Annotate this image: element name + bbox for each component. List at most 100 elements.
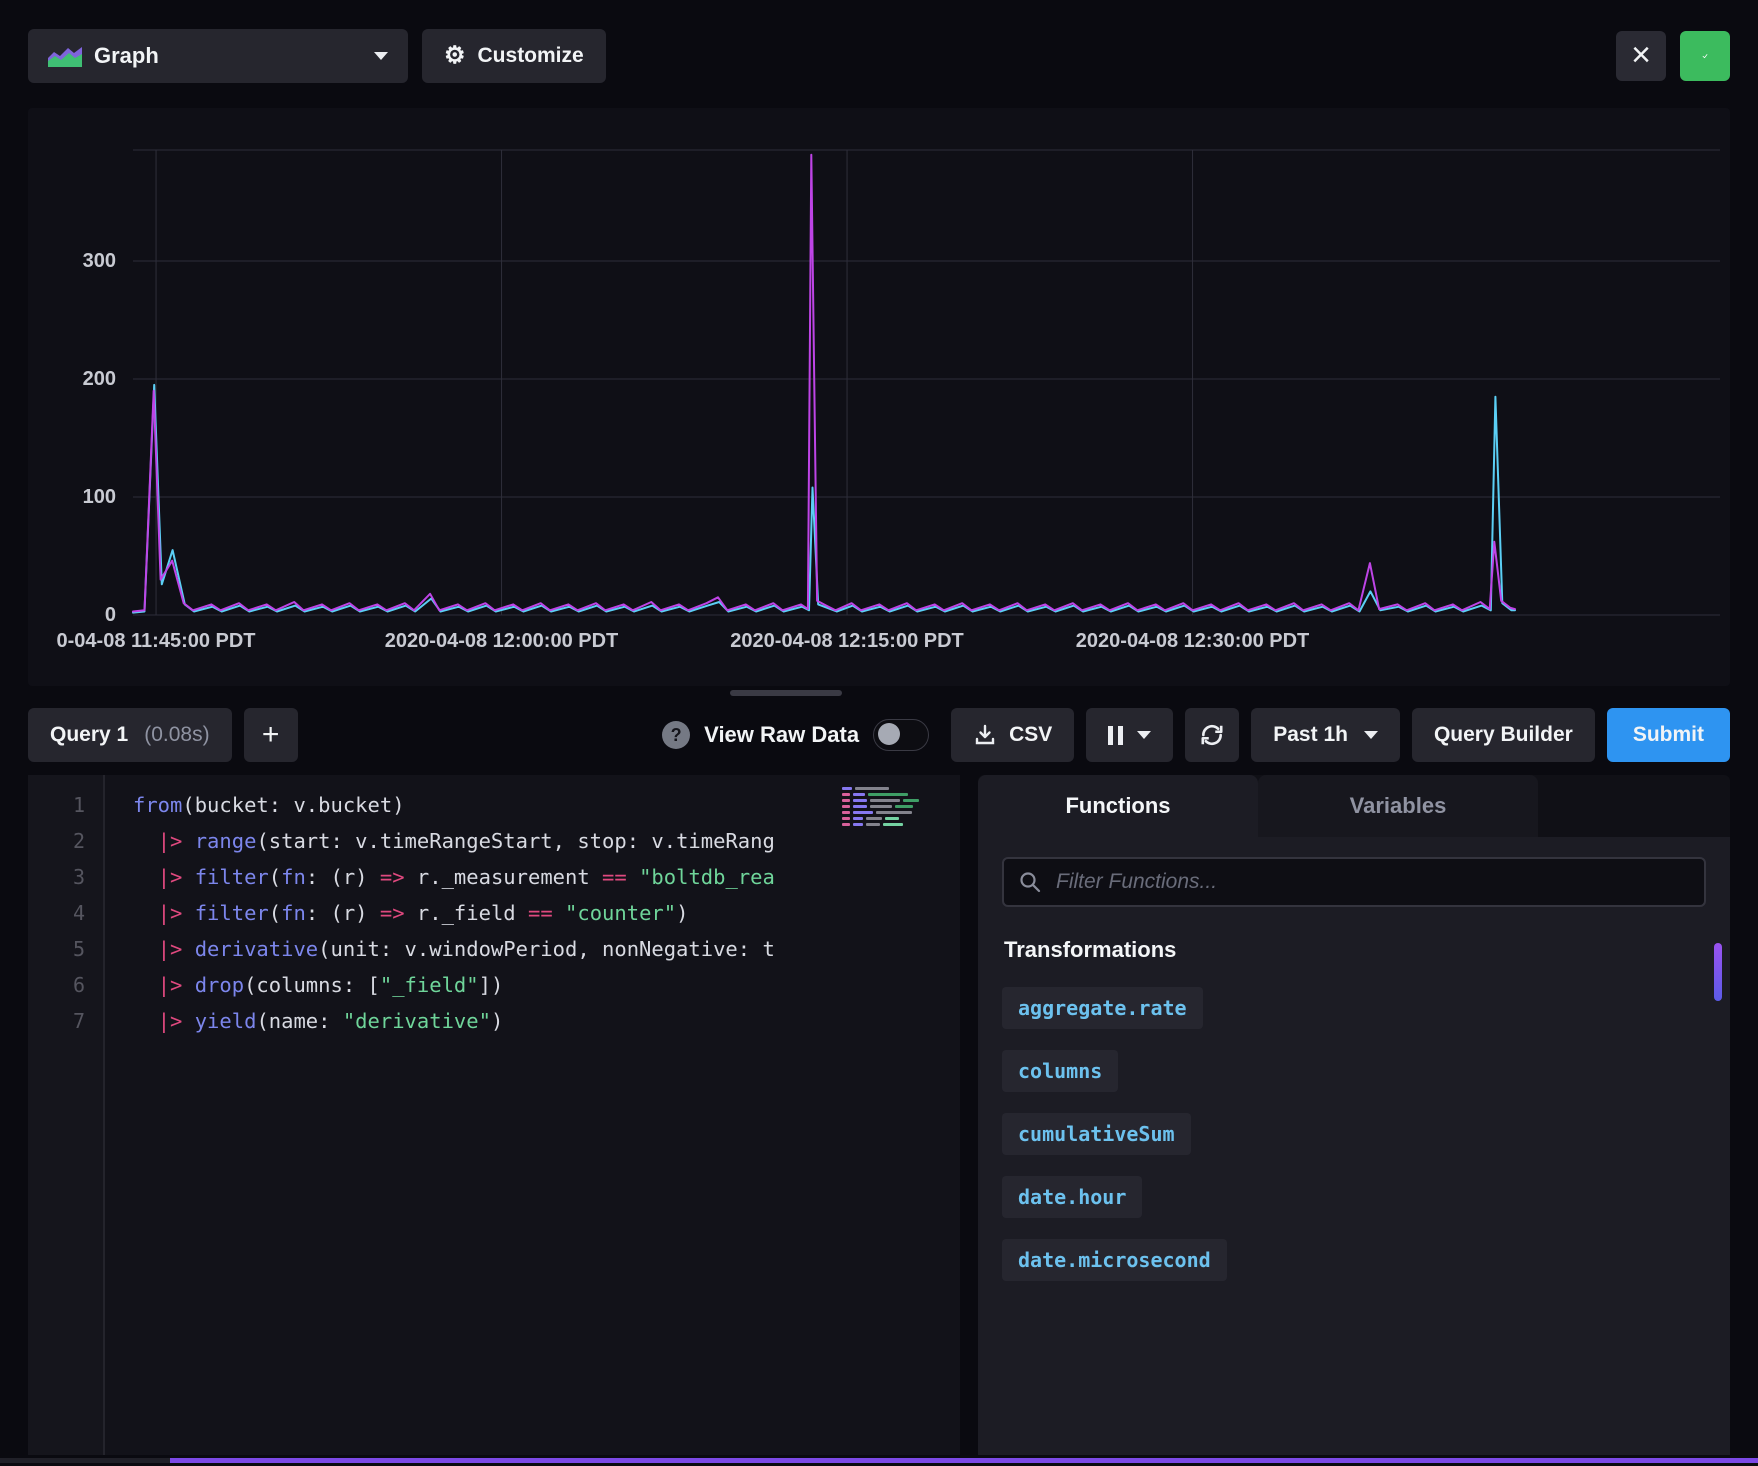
toggle-knob <box>878 723 900 745</box>
code-token <box>182 1009 194 1033</box>
search-input[interactable] <box>1054 869 1690 895</box>
code-token <box>182 901 194 925</box>
bottom-bar-gradient <box>170 1458 1758 1463</box>
refresh-button[interactable] <box>1185 708 1239 762</box>
query-builder-button[interactable]: Query Builder <box>1412 708 1595 762</box>
code-token: yield <box>195 1009 257 1033</box>
graph-type-dropdown[interactable]: Graph <box>28 29 408 83</box>
minimap-segment <box>853 811 873 814</box>
check-icon <box>1702 43 1708 69</box>
chart-panel: 0100200300 0-04-08 11:45:00 PDT2020-04-0… <box>28 108 1730 686</box>
chevron-down-icon <box>1364 731 1378 739</box>
view-raw-data-group: ? View Raw Data <box>662 719 929 751</box>
code-token: derivative <box>195 937 318 961</box>
time-range-dropdown[interactable]: Past 1h <box>1251 708 1400 762</box>
customize-button[interactable]: ⚙ Customize <box>422 29 606 83</box>
code-token: == <box>602 865 627 889</box>
code-token <box>133 865 158 889</box>
x-tick-label: 2020-04-08 12:30:00 PDT <box>1076 630 1309 653</box>
time-range-label: Past 1h <box>1273 723 1348 747</box>
minimap[interactable] <box>842 787 942 829</box>
code-token: |> <box>158 973 183 997</box>
code-token: from <box>133 793 182 817</box>
code-lines[interactable]: from(bucket: v.bucket) |> range(start: v… <box>107 775 960 1455</box>
code-token <box>182 865 194 889</box>
pause-icon <box>1108 726 1123 745</box>
customize-label: Customize <box>478 44 584 68</box>
code-token: (start: v.timeRangeStart, stop: v.timeRa… <box>256 829 774 853</box>
function-item[interactable]: date.hour <box>1002 1176 1142 1218</box>
code-line[interactable]: from(bucket: v.bucket) <box>133 787 960 823</box>
resize-handle[interactable] <box>730 690 842 696</box>
minimap-segment <box>868 793 908 796</box>
tab-variables[interactable]: Variables <box>1258 775 1538 837</box>
code-line[interactable]: |> range(start: v.timeRangeStart, stop: … <box>133 823 960 859</box>
code-token: : (r) <box>306 901 380 925</box>
query-tab-label: Query 1 <box>50 723 128 747</box>
function-item[interactable]: date.microsecond <box>1002 1239 1227 1281</box>
function-item[interactable]: aggregate.rate <box>1002 987 1203 1029</box>
code-token <box>133 973 158 997</box>
view-raw-data-toggle[interactable] <box>873 719 929 751</box>
minimap-row <box>842 817 942 820</box>
minimap-segment <box>853 793 865 796</box>
add-query-button[interactable]: + <box>244 708 298 762</box>
functions-panel-tabs: Functions Variables <box>978 775 1730 837</box>
graph-type-label: Graph <box>94 43 159 69</box>
function-item[interactable]: cumulativeSum <box>1002 1113 1191 1155</box>
confirm-button[interactable] <box>1680 31 1730 81</box>
code-line[interactable]: |> filter(fn: (r) => r._measurement == "… <box>133 859 960 895</box>
minimap-segment <box>842 817 850 820</box>
x-tick-label: 0-04-08 11:45:00 PDT <box>57 630 256 653</box>
code-token <box>133 1009 158 1033</box>
code-token <box>133 937 158 961</box>
flux-editor[interactable]: 1234567 from(bucket: v.bucket) |> range(… <box>28 775 960 1455</box>
minimap-row <box>842 793 942 796</box>
minimap-segment <box>842 811 850 814</box>
bottom-drag-bar[interactable] <box>0 1458 1758 1463</box>
filter-functions-search <box>1002 857 1706 907</box>
code-token: filter <box>195 865 269 889</box>
minimap-segment <box>883 823 903 826</box>
code-token: == <box>528 901 553 925</box>
scrollbar-thumb[interactable] <box>1714 943 1722 1001</box>
data-explorer: Graph ⚙ Customize × 0100200300 0-04-08 1… <box>0 0 1758 1466</box>
query-builder-label: Query Builder <box>1434 723 1573 747</box>
code-token <box>182 829 194 853</box>
minimap-segment <box>842 805 850 808</box>
x-tick-label: 2020-04-08 12:00:00 PDT <box>385 630 618 653</box>
code-token: ( <box>269 865 281 889</box>
code-line[interactable]: |> filter(fn: (r) => r._field == "counte… <box>133 895 960 931</box>
query-tab[interactable]: Query 1 (0.08s) <box>28 708 232 762</box>
code-line[interactable]: |> drop(columns: ["_field"]) <box>133 967 960 1003</box>
minimap-row <box>842 811 942 814</box>
submit-button[interactable]: Submit <box>1607 708 1730 762</box>
code-token: fn <box>281 901 306 925</box>
code-line[interactable]: |> derivative(unit: v.windowPeriod, nonN… <box>133 931 960 967</box>
code-token: "boltdb_rea <box>639 865 775 889</box>
minimap-segment <box>866 823 880 826</box>
pause-button[interactable] <box>1086 708 1173 762</box>
gutter: 1234567 <box>28 775 105 1455</box>
help-icon: ? <box>662 721 690 749</box>
tab-functions[interactable]: Functions <box>978 775 1258 837</box>
query-toolbar: Query 1 (0.08s) + ? View Raw Data CSV <box>28 708 1730 762</box>
minimap-segment <box>870 799 900 802</box>
cancel-button[interactable]: × <box>1616 31 1666 81</box>
minimap-segment <box>855 787 889 790</box>
line-number: 3 <box>28 859 103 895</box>
code-token: (name: <box>256 1009 342 1033</box>
query-duration: (0.08s) <box>144 723 209 747</box>
minimap-segment <box>842 823 850 826</box>
code-token: |> <box>158 829 183 853</box>
function-item[interactable]: columns <box>1002 1050 1118 1092</box>
code-token: => <box>380 901 405 925</box>
minimap-segment <box>842 799 850 802</box>
chevron-down-icon <box>374 52 388 60</box>
graph-icon <box>48 45 82 67</box>
code-token: ( <box>269 901 281 925</box>
code-line[interactable]: |> yield(name: "derivative") <box>133 1003 960 1039</box>
functions-panel-body: Transformations aggregate.ratecolumnscum… <box>978 837 1730 1455</box>
minimap-segment <box>870 805 892 808</box>
csv-download-button[interactable]: CSV <box>951 708 1074 762</box>
